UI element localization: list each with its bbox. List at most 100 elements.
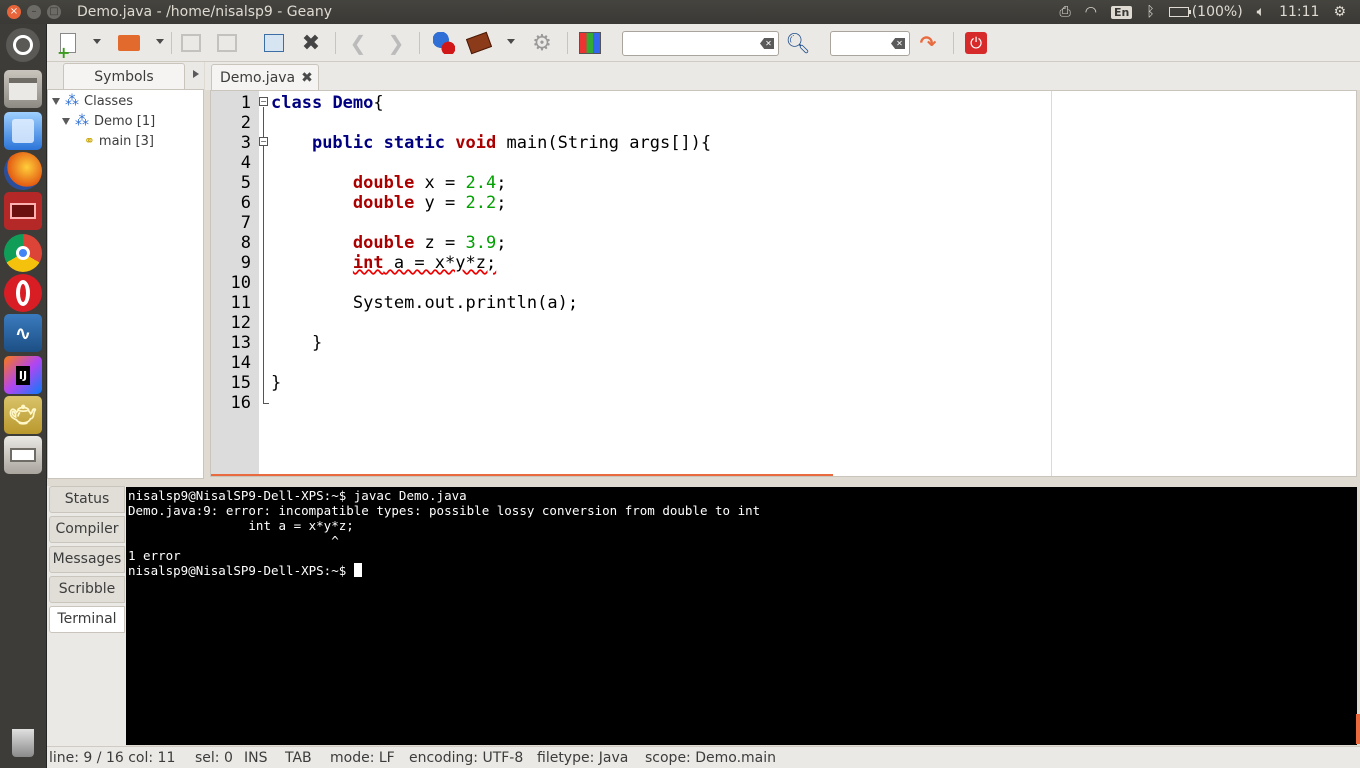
quit-button[interactable]: ⏻ bbox=[963, 30, 989, 56]
maximize-window-icon[interactable]: □ bbox=[47, 5, 61, 19]
close-file-button[interactable]: ✖ bbox=[298, 30, 324, 56]
tab-scroll-right-icon[interactable] bbox=[193, 70, 199, 78]
wifi-icon[interactable]: ◠ bbox=[1085, 4, 1097, 20]
clock[interactable]: 11:11 bbox=[1279, 4, 1319, 20]
horizontal-scrollbar[interactable] bbox=[211, 474, 833, 476]
new-file-dropdown-icon[interactable] bbox=[93, 39, 101, 44]
tree-item-main[interactable]: ⚭ main [3] bbox=[84, 131, 154, 151]
symbols-panel: ⁂ Classes ⁂ Demo [1] ⚭ main [3] bbox=[47, 89, 204, 479]
method-icon: ⚭ bbox=[84, 133, 95, 149]
code-token: ; bbox=[496, 173, 507, 193]
save-all-button[interactable] bbox=[214, 30, 240, 56]
navigate-back-button[interactable]: ❮ bbox=[345, 30, 371, 56]
tab-messages[interactable]: Messages bbox=[49, 546, 125, 573]
navigate-forward-button[interactable]: ❯ bbox=[383, 30, 409, 56]
toolbar-separator bbox=[171, 32, 172, 54]
battery-indicator[interactable]: (100%) bbox=[1168, 4, 1243, 20]
power-gear-icon[interactable]: ⚙ bbox=[1333, 4, 1346, 20]
chrome-icon[interactable] bbox=[4, 234, 42, 272]
volume-icon[interactable]: 🔈︎ bbox=[1257, 4, 1265, 20]
fold-collapse-icon[interactable]: − bbox=[259, 137, 268, 146]
intellij-icon[interactable]: IJ bbox=[4, 356, 42, 394]
fold-collapse-icon[interactable]: − bbox=[259, 97, 268, 106]
code-token: x = bbox=[414, 173, 466, 193]
revert-button[interactable] bbox=[261, 30, 287, 56]
code-token: } bbox=[271, 373, 282, 393]
battery-level: (100%) bbox=[1191, 4, 1243, 20]
code-token: ; bbox=[496, 233, 507, 253]
dash-home-icon[interactable] bbox=[6, 28, 40, 62]
search-input[interactable] bbox=[623, 32, 778, 55]
color-chooser-button[interactable] bbox=[577, 30, 603, 56]
tree-item-demo[interactable]: ⁂ Demo [1] bbox=[62, 111, 155, 131]
open-recent-dropdown-icon[interactable] bbox=[156, 39, 164, 44]
geany-icon[interactable]: 🫖︎ bbox=[4, 396, 42, 434]
classes-icon: ⁂ bbox=[65, 93, 79, 109]
line-number: 4 bbox=[240, 153, 251, 173]
fold-end bbox=[263, 403, 269, 404]
toolbar: + ✖ ❮ ❯ ⚙ ✕ 🔍︎ ✕ ↷ ⏻ bbox=[47, 24, 1360, 62]
keyword-token: public static bbox=[311, 133, 446, 153]
code-line-1: class Demo{ bbox=[271, 93, 384, 113]
terminal-scrollbar[interactable] bbox=[1356, 714, 1360, 744]
mysql-workbench-icon[interactable]: ∿ bbox=[4, 314, 42, 352]
tree-item-classes[interactable]: ⁂ Classes bbox=[52, 91, 133, 111]
tab-status[interactable]: Status bbox=[49, 486, 125, 513]
minimize-window-icon[interactable]: – bbox=[27, 5, 41, 19]
firefox-icon[interactable] bbox=[4, 152, 42, 190]
expander-icon[interactable] bbox=[62, 117, 70, 125]
code-area[interactable]: class Demo{ public static void main(Stri… bbox=[271, 91, 1356, 476]
code-token: System.out.println(a); bbox=[352, 293, 579, 313]
tab-symbols[interactable]: Symbols bbox=[63, 63, 185, 91]
line-number: 16 bbox=[230, 393, 251, 413]
code-line-9: int a = x*y*z; bbox=[271, 253, 496, 273]
code-editor[interactable]: 1 2 3 4 5 6 7 8 9 10 11 12 13 14 15 16 −… bbox=[210, 90, 1357, 477]
software-center-icon[interactable] bbox=[4, 112, 42, 150]
keyboard-layout-indicator[interactable]: En bbox=[1110, 5, 1133, 19]
toolbar-separator bbox=[953, 32, 954, 54]
sidebar-notebook: Symbols bbox=[47, 62, 204, 91]
tab-label: Demo.java bbox=[220, 70, 296, 86]
close-window-icon[interactable]: × bbox=[7, 5, 21, 19]
close-tab-icon[interactable]: ✖ bbox=[301, 70, 313, 86]
compile-button[interactable] bbox=[431, 30, 457, 56]
tree-item-label: Demo [1] bbox=[94, 113, 156, 129]
search-box[interactable]: ✕ bbox=[622, 31, 779, 56]
tab-compiler[interactable]: Compiler bbox=[49, 516, 125, 543]
execute-button[interactable]: ⚙ bbox=[529, 30, 555, 56]
bluetooth-icon[interactable]: ᛒ bbox=[1146, 4, 1154, 20]
terminal[interactable]: nisalsp9@NisalSP9-Dell-XPS:~$ javac Demo… bbox=[126, 487, 1357, 745]
build-button[interactable] bbox=[465, 30, 493, 56]
terminal-line: ^ bbox=[128, 533, 339, 548]
line-number: 5 bbox=[240, 173, 251, 193]
tab-demo-java[interactable]: Demo.java ✖ bbox=[211, 64, 319, 91]
trash-icon[interactable] bbox=[4, 724, 42, 762]
terminal-line: nisalsp9@NisalSP9-Dell-XPS:~$ javac Demo… bbox=[128, 488, 467, 503]
class-name-token: Demo bbox=[332, 93, 374, 113]
goto-line-box[interactable]: ✕ bbox=[830, 31, 910, 56]
battery-icon bbox=[1168, 7, 1191, 17]
expander-icon[interactable] bbox=[52, 97, 60, 105]
insert-mode: INS bbox=[244, 750, 268, 766]
build-dropdown-icon[interactable] bbox=[507, 39, 515, 44]
code-line-6: double y = 2.2; bbox=[271, 193, 507, 213]
app-icon[interactable] bbox=[4, 192, 42, 230]
opera-icon[interactable] bbox=[4, 274, 42, 312]
jump-to-line-icon[interactable]: ↷ bbox=[915, 30, 941, 56]
save-button[interactable] bbox=[178, 30, 204, 56]
cursor-position: line: 9 / 16 col: 11 bbox=[49, 750, 176, 766]
code-line-15: } bbox=[271, 373, 281, 393]
line-number: 6 bbox=[240, 193, 251, 213]
toolbar-separator bbox=[335, 32, 336, 54]
code-token: main(String args[]){ bbox=[496, 133, 712, 153]
type-token: double bbox=[352, 233, 415, 253]
new-file-button[interactable]: + bbox=[55, 30, 81, 62]
drive-icon[interactable] bbox=[4, 436, 42, 474]
open-file-button[interactable] bbox=[116, 30, 142, 56]
tab-scribble[interactable]: Scribble bbox=[49, 576, 125, 603]
tab-terminal[interactable]: Terminal bbox=[49, 606, 125, 633]
search-icon[interactable]: 🔍︎ bbox=[785, 30, 811, 56]
indicator-area: ⎙ ◠ En ᛒ (100%) 🔈︎ 11:11 ⚙ bbox=[1060, 0, 1360, 24]
printer-icon[interactable]: ⎙ bbox=[1060, 4, 1071, 20]
files-icon[interactable] bbox=[4, 70, 42, 108]
